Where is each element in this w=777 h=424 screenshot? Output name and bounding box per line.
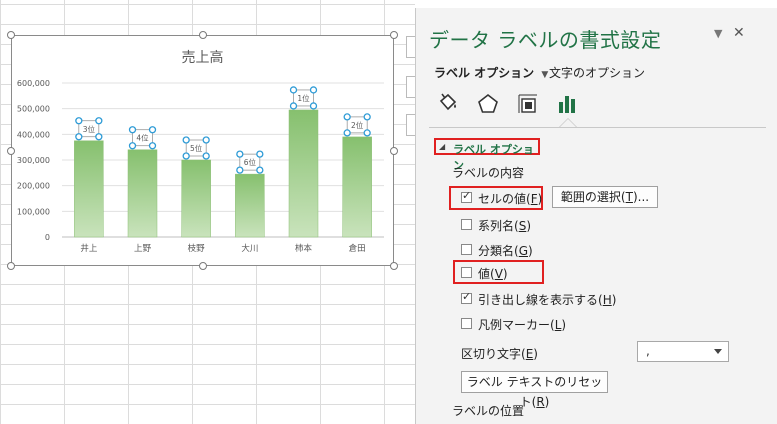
data-label: 1位 [297, 93, 310, 103]
data-label-handle [182, 152, 190, 160]
checkbox-category-name[interactable] [461, 244, 472, 255]
bar [74, 140, 104, 238]
resize-handle-bottom[interactable] [199, 262, 207, 270]
checkbox-value[interactable] [461, 267, 472, 278]
pane-options-chevron-icon[interactable]: ▼ [714, 27, 722, 40]
data-label: 6位 [244, 157, 257, 167]
x-tick-label: 上野 [134, 244, 152, 254]
x-tick-label: 大川 [241, 243, 258, 254]
label-series-name[interactable]: 系列名(S) [478, 217, 531, 234]
x-tick-label: 柿本 [295, 243, 313, 254]
section-label-options-header[interactable]: ◢ ラベル オプション [434, 138, 540, 172]
size-properties-icon[interactable] [516, 92, 540, 116]
data-label-handle [363, 129, 371, 137]
data-label-handle [202, 136, 210, 144]
checkbox-cell-value[interactable] [461, 189, 472, 203]
data-label-handle [343, 129, 351, 137]
x-tick-label: 井上 [80, 243, 98, 254]
resize-handle-top-left[interactable] [7, 31, 15, 39]
bar [181, 159, 211, 238]
label-value[interactable]: 値(V) [478, 265, 508, 282]
data-label-handle [289, 102, 298, 110]
data-label-handle [148, 126, 157, 134]
data-label-handle [256, 150, 264, 158]
close-icon[interactable]: ✕ [733, 25, 745, 41]
label-legend-key[interactable]: 凡例マーカー(L) [478, 316, 566, 333]
bar [288, 109, 319, 238]
reset-label-text-button[interactable]: ラベル テキストのリセット(R) [461, 371, 608, 409]
y-tick-label: 100,000 [17, 207, 50, 216]
y-tick-label: 500,000 [17, 105, 50, 114]
data-label-handle [309, 86, 318, 94]
label-contents-heading: ラベルの内容 [452, 166, 525, 180]
active-tab-pointer [559, 118, 577, 127]
collapse-triangle-icon: ◢ [439, 142, 446, 151]
y-tick-label: 200,000 [17, 182, 50, 191]
data-label-handle [289, 86, 298, 94]
data-label: 2位 [351, 120, 364, 130]
select-range-button[interactable]: 範囲の選択(T)... [552, 186, 658, 208]
y-tick-label: 0 [45, 233, 50, 242]
separator-select-value: , [646, 344, 650, 358]
resize-handle-top-right[interactable] [390, 31, 398, 39]
label-options-bar-icon[interactable] [556, 92, 580, 116]
resize-handle-left[interactable] [7, 147, 15, 155]
label-separator: 区切り文字(E) [461, 347, 538, 361]
tab-label-options-text: ラベル オプション [434, 66, 535, 80]
divider [429, 127, 766, 128]
tab-text-options[interactable]: 文字のオプション [549, 64, 645, 81]
data-label: 4位 [136, 133, 149, 143]
resize-handle-top[interactable] [199, 31, 207, 39]
tab-dropdown-icon: ▼ [541, 70, 549, 80]
label-position-heading: ラベルの位置 [452, 404, 525, 418]
format-data-labels-pane: データ ラベルの書式設定 ▼ ✕ ラベル オプション ▼ 文字のオプション ◢ … [415, 8, 777, 424]
data-label-handle [363, 113, 371, 121]
chevron-down-icon [714, 349, 722, 354]
bar [342, 136, 372, 238]
data-label-handle [148, 142, 157, 150]
x-tick-label: 倉田 [349, 243, 366, 254]
data-label-handle [343, 113, 351, 121]
tab-label-options[interactable]: ラベル オプション ▼ [434, 64, 548, 81]
chart-plot: 0 100,000 200,000 300,000 400,000 500,000 600,… [17, 79, 384, 254]
data-label-handle [75, 117, 83, 125]
resize-handle-bottom-left[interactable] [7, 262, 15, 270]
data-label-handle [309, 102, 318, 110]
effects-pentagon-icon[interactable] [476, 92, 500, 116]
data-label-handle [128, 126, 137, 134]
data-label-handle [95, 117, 103, 125]
y-tick-label: 400,000 [17, 130, 50, 139]
data-label-handle [95, 133, 103, 141]
bar [235, 173, 265, 238]
bar [127, 149, 158, 238]
checkbox-series-name[interactable] [461, 219, 472, 230]
checkbox-leader-lines[interactable] [461, 290, 472, 304]
data-label-handle [202, 152, 210, 160]
data-label-handle [236, 166, 244, 174]
data-label-handle [128, 142, 137, 150]
data-label-handle [182, 136, 190, 144]
fill-line-icon[interactable] [436, 92, 460, 116]
separator-select[interactable]: , [637, 341, 729, 362]
resize-handle-right[interactable] [390, 147, 398, 155]
pane-title: データ ラベルの書式設定 [429, 28, 662, 52]
data-label-handle [236, 150, 244, 158]
y-tick-label: 600,000 [17, 79, 50, 88]
label-leader-lines[interactable]: 引き出し線を表示する(H) [478, 291, 616, 308]
data-label: 5位 [190, 143, 203, 153]
y-tick-label: 300,000 [17, 156, 50, 165]
chart-area[interactable]: 売上高 0 100,000 200,000 300,000 400,000 500,000… [11, 35, 394, 266]
resize-handle-bottom-right[interactable] [390, 262, 398, 270]
data-label: 3位 [83, 124, 96, 134]
label-category-name[interactable]: 分類名(G) [478, 242, 533, 259]
x-tick-label: 枝野 [188, 243, 206, 254]
label-cell-value[interactable]: セルの値(F) [478, 190, 542, 207]
data-label-handle [75, 133, 83, 141]
checkbox-legend-key[interactable] [461, 318, 472, 329]
data-label-handle [256, 166, 264, 174]
